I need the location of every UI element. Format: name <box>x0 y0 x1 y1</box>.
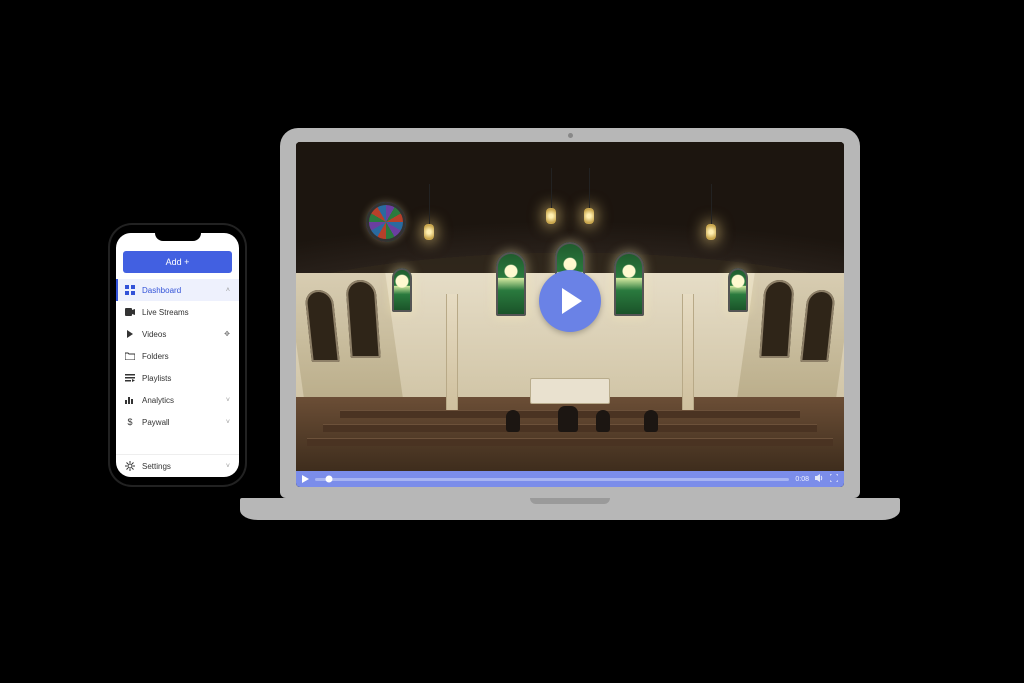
sidebar-item-label: Live Streams <box>142 308 189 317</box>
stained-glass-window <box>614 252 644 316</box>
laptop-camera-dot <box>568 133 573 138</box>
sidebar-item-label: Dashboard <box>142 286 181 295</box>
gear-icon <box>125 461 135 471</box>
grid-icon <box>125 285 135 295</box>
add-button[interactable]: Add + <box>123 251 232 273</box>
arch <box>345 280 380 358</box>
pendant-lamp <box>706 224 716 240</box>
pendant-lamp <box>546 208 556 224</box>
sidebar-item-folders[interactable]: Folders <box>116 345 239 367</box>
stained-glass-window <box>728 268 748 312</box>
playlist-icon <box>125 373 135 383</box>
phone-notch <box>155 231 201 241</box>
laptop-base <box>240 498 900 520</box>
sidebar-item-label: Folders <box>142 352 169 361</box>
sidebar-item-paywall[interactable]: $ Paywall ˅ <box>116 411 239 433</box>
sidebar-item-settings[interactable]: Settings ˅ <box>116 455 239 477</box>
laptop-lid: 0:08 <box>280 128 860 498</box>
seek-knob[interactable] <box>326 476 333 483</box>
phone-mockup: Add + Dashboard ˄ Live Streams Videos <box>110 225 245 485</box>
volume-icon[interactable] <box>815 474 824 484</box>
dollar-icon: $ <box>125 417 135 427</box>
play-pause-button[interactable] <box>302 475 309 483</box>
sidebar-nav: Dashboard ˄ Live Streams Videos ✥ <box>116 279 239 454</box>
bar-chart-icon <box>125 395 135 405</box>
pendant-lamp <box>424 224 434 240</box>
pillar <box>446 294 458 411</box>
stained-glass-window <box>392 268 412 312</box>
cursor-icon: ✥ <box>224 330 230 338</box>
rose-window <box>366 202 406 242</box>
sidebar-item-live-streams[interactable]: Live Streams <box>116 301 239 323</box>
sidebar-item-dashboard[interactable]: Dashboard ˄ <box>116 279 239 301</box>
play-button[interactable] <box>539 270 601 332</box>
sidebar-item-label: Videos <box>142 330 166 339</box>
folder-icon <box>125 351 135 361</box>
sidebar-item-videos[interactable]: Videos ✥ <box>116 323 239 345</box>
sidebar-footer: Settings ˅ <box>116 454 239 477</box>
video-camera-icon <box>125 307 135 317</box>
person-silhouette <box>596 410 610 432</box>
chevron-down-icon: ˅ <box>226 419 230 426</box>
video-controls: 0:08 <box>296 471 844 487</box>
stained-glass-window <box>496 252 526 316</box>
pew <box>307 438 833 446</box>
chevron-down-icon: ˅ <box>226 463 230 470</box>
pendant-lamp <box>584 208 594 224</box>
sidebar-item-label: Settings <box>142 462 171 471</box>
seek-bar[interactable] <box>315 478 789 481</box>
elapsed-time: 0:08 <box>795 476 809 483</box>
sidebar-item-label: Paywall <box>142 418 170 427</box>
altar <box>530 378 610 404</box>
phone-screen: Add + Dashboard ˄ Live Streams Videos <box>116 233 239 477</box>
laptop-mockup: 0:08 <box>280 128 860 520</box>
sidebar-item-analytics[interactable]: Analytics ˅ <box>116 389 239 411</box>
person-silhouette <box>644 410 658 432</box>
fullscreen-icon[interactable] <box>830 474 838 484</box>
sidebar-item-playlists[interactable]: Playlists <box>116 367 239 389</box>
arch <box>759 280 794 358</box>
chevron-down-icon: ˅ <box>226 397 230 404</box>
play-icon <box>125 329 135 339</box>
laptop-screen: 0:08 <box>296 142 844 487</box>
sidebar-item-label: Playlists <box>142 374 171 383</box>
play-icon <box>560 288 584 314</box>
svg-text:$: $ <box>127 417 132 427</box>
person-silhouette <box>506 410 520 432</box>
sidebar-item-label: Analytics <box>142 396 174 405</box>
person-silhouette <box>558 406 578 432</box>
chevron-up-icon: ˄ <box>226 287 230 294</box>
pillar <box>682 294 694 411</box>
